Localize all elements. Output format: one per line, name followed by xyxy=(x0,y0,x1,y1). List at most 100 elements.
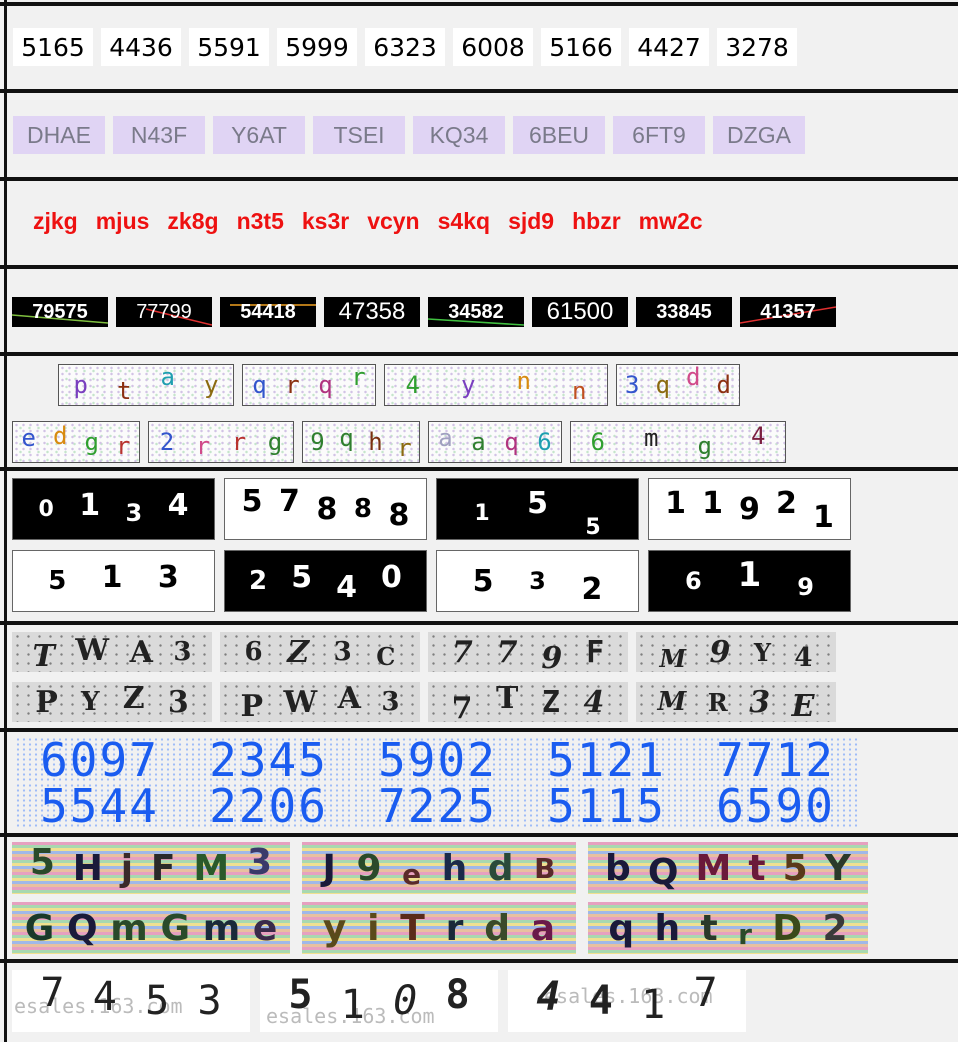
captcha-code: hbzr xyxy=(572,207,621,234)
captcha-code: 2rrg xyxy=(148,421,294,463)
divider xyxy=(0,265,958,269)
captcha-code: TWA3 xyxy=(12,632,212,672)
captcha-code: 532 xyxy=(436,550,639,612)
captcha-code: KQ34 xyxy=(413,116,505,154)
captcha-code: edgr xyxy=(12,421,140,463)
captcha-code: 61500 xyxy=(532,297,628,327)
captcha-code: 47358 xyxy=(324,297,420,327)
captcha-row-black-strike: 79575 77799 54418 47358 34582 61500 3384… xyxy=(7,297,958,327)
divider xyxy=(0,833,958,837)
captcha-code: 2206 xyxy=(184,783,353,829)
captcha-code: sjd9 xyxy=(508,207,555,234)
captcha-code: ptay xyxy=(58,364,234,406)
captcha-row-red: zjkg mjus zk8g n3t5 ks3r vcyn s4kq sjd9 … xyxy=(7,202,958,240)
captcha-code: 5999 xyxy=(277,28,357,66)
captcha-code: GQmGme xyxy=(12,902,290,954)
divider xyxy=(0,621,958,625)
captcha-code: 6mg4 xyxy=(570,421,786,463)
captcha-row-lavender: DHAE N43F Y6AT TSEI KQ34 6BEU 6FT9 DZGA xyxy=(7,116,958,154)
captcha-code: 3278 xyxy=(717,28,797,66)
captcha-code: qrqr xyxy=(242,364,376,406)
captcha-code: yiTrda xyxy=(302,902,576,954)
captcha-code: 57888 xyxy=(224,478,427,540)
divider xyxy=(0,177,958,181)
captcha-code: bQMt5Y xyxy=(588,842,868,894)
captcha-code: n3t5 xyxy=(236,207,284,234)
captcha-code: 4427 xyxy=(629,28,709,66)
captcha-row-blue-outline: 6097 2345 5902 5121 7712 5544 2206 7225 … xyxy=(7,737,958,829)
captcha-code: 6323 xyxy=(365,28,445,66)
captcha-code: esales.163.com 5108 xyxy=(260,970,498,1032)
captcha-code: TSEI xyxy=(313,116,405,154)
captcha-code: MR3E xyxy=(636,682,836,722)
captcha-code: M9Y4 xyxy=(636,632,836,672)
captcha-code: 7712 xyxy=(691,737,860,783)
captcha-code: 5166 xyxy=(541,28,621,66)
captcha-code: aaq6 xyxy=(428,421,562,463)
captcha-row-colored-letters: ptay qrqr 4ynn 3qdd edgr 2rrg 9qhr aaq6 … xyxy=(7,362,958,464)
captcha-code: vcyn xyxy=(367,207,420,234)
captcha-code: 5121 xyxy=(522,737,691,783)
captcha-code: 5902 xyxy=(353,737,522,783)
captcha-code: 6590 xyxy=(691,783,860,829)
captcha-code: 155 xyxy=(436,478,639,540)
divider xyxy=(0,959,958,963)
captcha-code: 5165 xyxy=(13,28,93,66)
captcha-code: 7225 xyxy=(353,783,522,829)
captcha-code: s4kq xyxy=(437,207,491,234)
captcha-code: PWA3 xyxy=(220,682,420,722)
captcha-code: 2345 xyxy=(184,737,353,783)
captcha-row-striped: 5HjFM3 J9ehdB bQMt5Y GQmGme yiTrda qhtrD… xyxy=(7,842,958,956)
captcha-code: 3qdd xyxy=(616,364,740,406)
captcha-code: 4436 xyxy=(101,28,181,66)
captcha-code: 5591 xyxy=(189,28,269,66)
captcha-code: 54418 xyxy=(220,297,316,327)
captcha-code: qhtrD2 xyxy=(588,902,868,954)
captcha-code: 33845 xyxy=(636,297,732,327)
captcha-code: 779F xyxy=(428,632,628,672)
divider xyxy=(0,467,958,471)
captcha-code: 79575 xyxy=(12,297,108,327)
captcha-code: esales.163.com 4417 xyxy=(508,970,746,1032)
divider xyxy=(0,728,958,732)
captcha-code: 6097 xyxy=(15,737,184,783)
captcha-code: 77799 xyxy=(116,297,212,327)
captcha-code: DZGA xyxy=(713,116,805,154)
captcha-code: zjkg xyxy=(33,207,78,234)
captcha-row-bw-digits: 0134 57888 155 11921 513 2540 532 619 xyxy=(7,478,958,618)
captcha-code: N43F xyxy=(113,116,205,154)
captcha-code: 6BEU xyxy=(513,116,605,154)
divider xyxy=(0,89,958,93)
captcha-code: 2540 xyxy=(224,550,427,612)
captcha-code: 619 xyxy=(648,550,851,612)
captcha-code: DHAE xyxy=(13,116,105,154)
captcha-code: 9qhr xyxy=(302,421,420,463)
captcha-code: J9ehdB xyxy=(302,842,576,894)
captcha-code: 5HjFM3 xyxy=(12,842,290,894)
captcha-code: 5544 xyxy=(15,783,184,829)
captcha-code: 4ynn xyxy=(384,364,608,406)
captcha-code: 6008 xyxy=(453,28,533,66)
captcha-row-gray-serif: TWA3 6Z3C 779F M9Y4 PYZ3 PWA3 7TZ4 MR3E xyxy=(7,632,958,724)
captcha-code: 5115 xyxy=(522,783,691,829)
captcha-code: mw2c xyxy=(638,207,703,234)
captcha-code: 6FT9 xyxy=(613,116,705,154)
captcha-row-watermark: esales.163.com 7453 esales.163.com 5108 … xyxy=(7,970,958,1032)
captcha-code: ks3r xyxy=(301,207,350,234)
divider xyxy=(0,2,958,6)
captcha-code: 0134 xyxy=(12,478,215,540)
captcha-code: 34582 xyxy=(428,297,524,327)
captcha-code: 11921 xyxy=(648,478,851,540)
divider xyxy=(0,352,958,356)
watermark-text: esales.163.com xyxy=(544,984,713,1008)
captcha-code: 6Z3C xyxy=(220,632,420,672)
captcha-code: 41357 xyxy=(740,297,836,327)
captcha-code: mjus xyxy=(95,207,150,234)
captcha-code: esales.163.com 7453 xyxy=(12,970,250,1032)
captcha-code: Y6AT xyxy=(213,116,305,154)
captcha-code: 7TZ4 xyxy=(428,682,628,722)
captcha-row-plain-digits: 5165 4436 5591 5999 6323 6008 5166 4427 … xyxy=(7,28,958,66)
captcha-code: PYZ3 xyxy=(12,682,212,722)
captcha-code: zk8g xyxy=(167,207,219,234)
captcha-code: 513 xyxy=(12,550,215,612)
